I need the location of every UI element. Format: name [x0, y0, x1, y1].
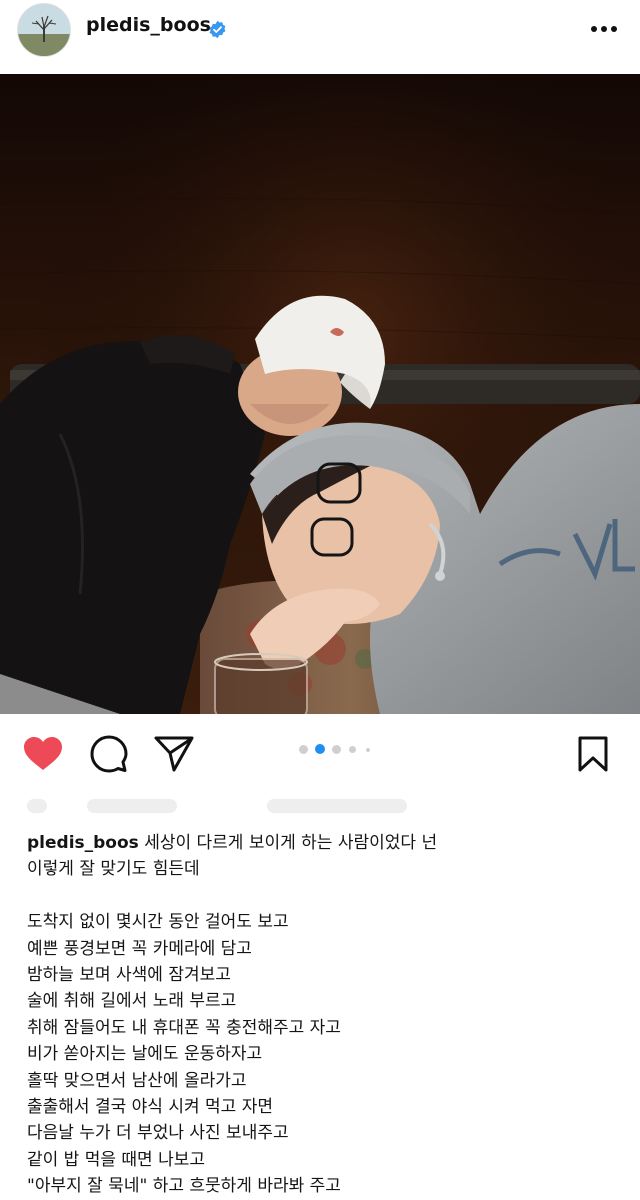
caption-line: 도착지 없이 몇시간 동안 걸어도 보고: [27, 912, 289, 933]
carousel-dot-active: [315, 744, 325, 754]
caption-line: 취해 잠들어도 내 휴대폰 꼭 충전해주고 자고: [27, 1017, 341, 1038]
tree-landscape-avatar-icon: [18, 4, 70, 56]
caption-line: 밤하늘 보며 사색에 잠겨보고: [27, 965, 231, 986]
comment-bubble-icon[interactable]: [90, 735, 128, 773]
paper-plane-icon[interactable]: [154, 736, 194, 772]
carousel-dot: [332, 745, 341, 754]
caption-line: 예쁜 풍경보면 꼭 카메라에 담고: [27, 938, 252, 959]
caption-line: "아부지 잘 묵네" 하고 흐뭇하게 바라봐 주고: [27, 1176, 341, 1197]
ellipsis-icon[interactable]: [588, 18, 620, 40]
bookmark-icon[interactable]: [578, 736, 608, 772]
post-caption: pledis_boos 세상이 다르게 보이게 하는 사람이었다 넌 이렇게 잘…: [27, 830, 627, 1200]
likes-row-placeholder: [27, 795, 407, 817]
post-photo[interactable]: [0, 74, 640, 714]
caption-line: 다음날 누가 더 부었나 사진 보내주고: [27, 1123, 289, 1144]
post-header: pledis_boos: [0, 0, 640, 74]
photo-image: [0, 74, 640, 714]
heart-icon[interactable]: [23, 736, 63, 772]
caption-line: 이렇게 잘 맞기도 힘든데: [27, 859, 200, 880]
verified-badge-icon: [209, 20, 226, 39]
caption-first-line: pledis_boos 세상이 다르게 보이게 하는 사람이었다 넌: [27, 830, 627, 856]
caption-line: 홀딱 맞으면서 남산에 올라가고: [27, 1070, 247, 1091]
caption-line: 같이 밥 먹을 때면 나보고: [27, 1149, 206, 1170]
caption-line: 출출해서 결국 야식 시켜 먹고 자면: [27, 1097, 273, 1118]
carousel-dot: [299, 745, 308, 754]
caption-line: 비가 쏟아지는 날에도 운동하자고: [27, 1044, 263, 1065]
profile-avatar[interactable]: [17, 3, 71, 57]
caption-line: 술에 취해 길에서 노래 부르고: [27, 991, 237, 1012]
carousel-dot: [366, 748, 370, 752]
caption-username[interactable]: pledis_boos: [27, 833, 139, 853]
caption-text: 세상이 다르게 보이게 하는 사람이었다 넌: [138, 833, 438, 853]
carousel-dot: [349, 746, 356, 753]
post-username[interactable]: pledis_boos: [86, 14, 211, 36]
